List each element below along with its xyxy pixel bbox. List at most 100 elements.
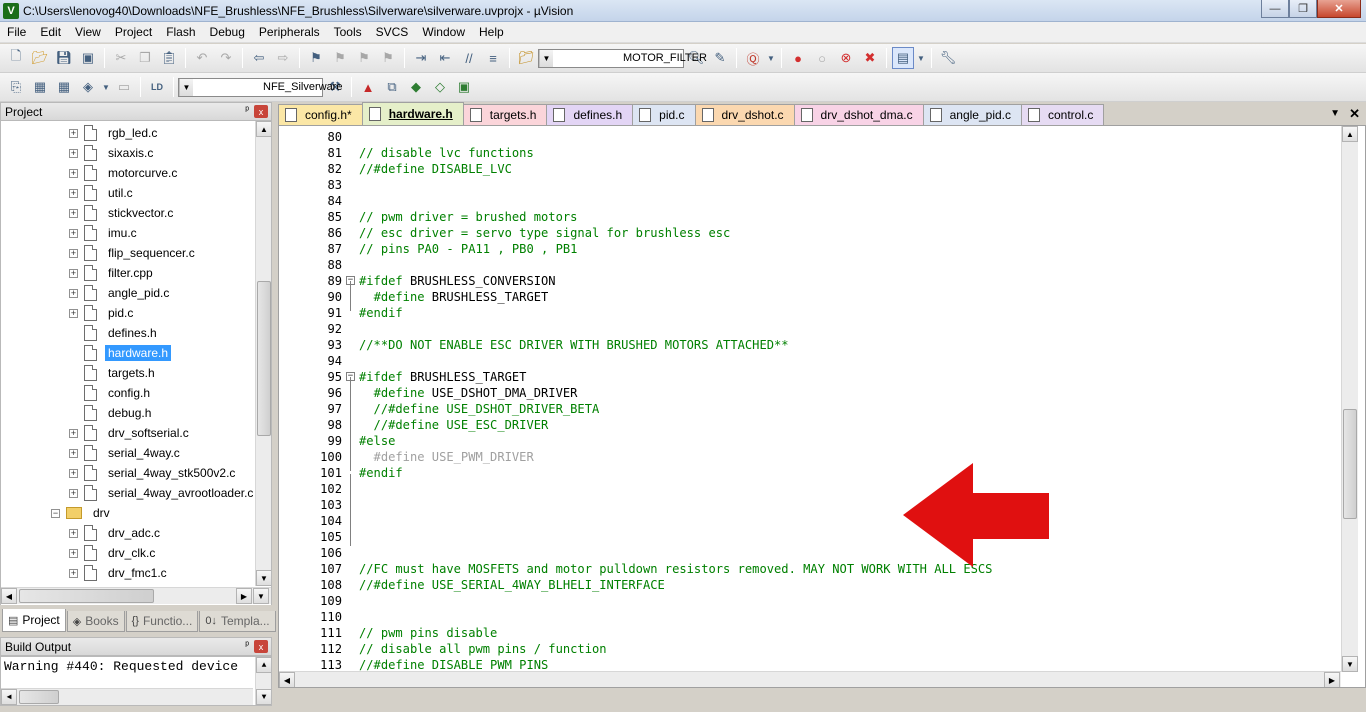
tree-item[interactable]: − drv <box>51 503 113 523</box>
tree-item[interactable]: + drv_fmc1.c <box>69 563 170 583</box>
tree-item[interactable]: + stickvector.c <box>69 203 176 223</box>
close-button[interactable]: ✕ <box>1317 0 1361 18</box>
debug-start-icon[interactable]: Ⓠ <box>742 47 764 69</box>
scroll-thumb[interactable] <box>19 690 59 704</box>
tab-list-icon[interactable]: ▼ <box>1330 108 1340 119</box>
panel-tab[interactable]: ◈ Books <box>66 611 125 632</box>
project-vscroll[interactable]: ▲ ▼ <box>255 121 271 586</box>
chevron-down-icon[interactable]: ▼ <box>179 78 193 96</box>
editor-hscroll[interactable]: ◀ ▶ <box>279 671 1341 687</box>
tree-item[interactable]: + drv_clk.c <box>69 543 158 563</box>
expand-icon[interactable]: + <box>69 228 78 238</box>
tree-item[interactable]: + util.c <box>69 183 136 203</box>
scroll-left-icon[interactable]: ◀ <box>279 672 295 687</box>
expand-icon[interactable]: + <box>69 168 78 178</box>
scroll-right-icon[interactable]: ▶ <box>1324 672 1340 687</box>
batch-dropdown-icon[interactable]: ▼ <box>101 76 111 98</box>
menu-svcs[interactable]: SVCS <box>369 22 416 43</box>
tree-item[interactable]: debug.h <box>69 403 154 423</box>
software-packs-icon[interactable]: ▣ <box>453 76 475 98</box>
menu-flash[interactable]: Flash <box>159 22 202 43</box>
tree-item[interactable]: defines.h <box>69 323 160 343</box>
tree-item[interactable]: + flip_sequencer.c <box>69 243 198 263</box>
scroll-left-icon[interactable]: ◀ <box>1 689 17 705</box>
expand-icon[interactable]: + <box>69 268 78 278</box>
next-bookmark-icon[interactable]: ⚑ <box>353 47 375 69</box>
layout-dropdown-icon[interactable]: ▼ <box>916 47 926 69</box>
expand-icon[interactable]: + <box>69 568 78 578</box>
expand-icon[interactable]: + <box>69 548 78 558</box>
bookmark-icon[interactable]: ⚑ <box>305 47 327 69</box>
maximize-button[interactable]: ❐ <box>1289 0 1317 18</box>
tree-item[interactable]: hardware.h <box>69 343 172 363</box>
find-combo[interactable]: MOTOR_FILTER ▼ <box>538 48 707 68</box>
expand-icon[interactable]: + <box>69 488 78 498</box>
target-combo[interactable]: NFE_Silverware ▼ <box>178 77 342 97</box>
scroll-down-icon[interactable]: ▼ <box>1342 656 1358 672</box>
close-tab-icon[interactable]: ✕ <box>1349 106 1360 122</box>
menu-window[interactable]: Window <box>415 22 472 43</box>
minimize-button[interactable]: — <box>1261 0 1289 18</box>
comment-icon[interactable]: // <box>458 47 480 69</box>
disable-all-breakpoints-icon[interactable]: ⊗ <box>835 47 857 69</box>
rebuild-icon[interactable]: ▦ <box>53 76 75 98</box>
close-panel-icon[interactable]: x <box>254 640 268 653</box>
incremental-find-icon[interactable]: ✎ <box>709 47 731 69</box>
chevron-down-icon[interactable]: ▼ <box>539 49 553 67</box>
tree-item[interactable]: + motorcurve.c <box>69 163 180 183</box>
editor-tab[interactable]: defines.h <box>546 104 634 125</box>
select-packs-icon[interactable]: ⧉ <box>381 76 403 98</box>
panel-tab[interactable]: {} Functio... <box>125 611 199 632</box>
clear-bookmarks-icon[interactable]: ⚑ <box>377 47 399 69</box>
save-all-icon[interactable]: ▣ <box>77 47 99 69</box>
panel-tab[interactable]: ▤ Project <box>2 609 66 632</box>
expand-icon[interactable]: + <box>69 308 78 318</box>
expand-icon[interactable]: + <box>69 448 78 458</box>
menu-help[interactable]: Help <box>472 22 511 43</box>
expand-icon[interactable]: + <box>69 468 78 478</box>
configure-icon[interactable]: 🔧︎ <box>937 47 959 69</box>
tree-item[interactable]: + sixaxis.c <box>69 143 156 163</box>
cut-icon[interactable]: ✂ <box>110 47 132 69</box>
tree-item[interactable]: + rgb_led.c <box>69 123 160 143</box>
translate-icon[interactable]: ⎘ <box>5 76 27 98</box>
tree-item[interactable]: + imu.c <box>69 223 140 243</box>
nav-back-icon[interactable]: ⇦ <box>248 47 270 69</box>
tree-item[interactable]: + filter.cpp <box>69 263 156 283</box>
uncomment-icon[interactable]: ≡ <box>482 47 504 69</box>
load-icon[interactable]: LD <box>146 76 168 98</box>
expand-icon[interactable]: + <box>69 188 78 198</box>
expand-icon[interactable]: + <box>69 428 78 438</box>
tree-item[interactable]: + angle_pid.c <box>69 283 172 303</box>
expand-icon[interactable]: + <box>69 128 78 138</box>
scroll-down-icon[interactable]: ▼ <box>256 570 271 586</box>
scroll-thumb[interactable] <box>257 281 271 436</box>
menu-project[interactable]: Project <box>108 22 159 43</box>
menu-file[interactable]: File <box>0 22 33 43</box>
pin-icon[interactable]: ᵖ <box>245 105 249 116</box>
kill-breakpoints-icon[interactable]: ✖ <box>859 47 881 69</box>
menu-debug[interactable]: Debug <box>203 22 252 43</box>
editor-tab[interactable]: targets.h <box>462 104 548 125</box>
redo-icon[interactable]: ↷ <box>215 47 237 69</box>
prev-bookmark-icon[interactable]: ⚑ <box>329 47 351 69</box>
build-hscroll[interactable]: ◀ <box>1 688 253 705</box>
menu-peripherals[interactable]: Peripherals <box>252 22 327 43</box>
close-panel-icon[interactable]: x <box>254 105 268 118</box>
unindent-icon[interactable]: ⇤ <box>434 47 456 69</box>
disable-breakpoint-icon[interactable]: ○ <box>811 47 833 69</box>
editor-tab[interactable]: angle_pid.c <box>922 104 1022 125</box>
scroll-left-icon[interactable]: ◀ <box>1 588 17 604</box>
window-layout-icon[interactable]: ▤ <box>892 47 914 69</box>
new-file-icon[interactable]: 🗋 <box>5 47 27 69</box>
expand-icon[interactable]: + <box>69 248 78 258</box>
pack-installer-icon[interactable]: ◇ <box>429 76 451 98</box>
scroll-up-icon[interactable]: ▲ <box>256 121 271 137</box>
scroll-up-icon[interactable]: ▲ <box>1342 126 1358 142</box>
scroll-down-icon[interactable]: ▼ <box>253 588 269 604</box>
expand-icon[interactable]: + <box>69 528 78 538</box>
pin-icon[interactable]: ᵖ <box>245 640 249 651</box>
editor-tab[interactable]: hardware.h <box>361 102 464 125</box>
expand-icon[interactable]: + <box>69 208 78 218</box>
tree-item[interactable]: targets.h <box>69 363 158 383</box>
